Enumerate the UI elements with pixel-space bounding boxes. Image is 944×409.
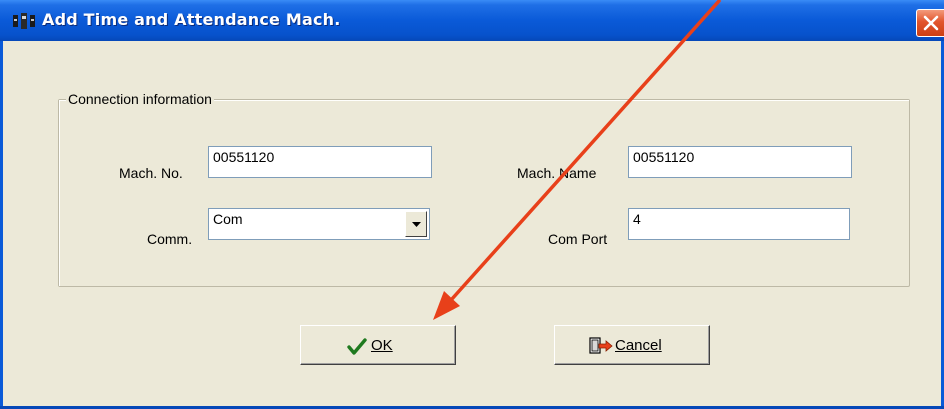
connection-group-legend: Connection information [66,91,214,107]
connection-groupbox [58,99,910,287]
comm-label: Comm. [147,231,193,247]
dialog-window: Add Time and Attendance Mach. Connection… [0,0,944,409]
mach-name-label: Mach. Name [517,165,597,181]
cancel-button-label: Cancel [615,337,662,354]
mach-name-input[interactable]: 00551120 [628,146,852,178]
comm-select-value: Com [213,211,243,227]
close-button[interactable] [916,9,944,37]
chevron-down-icon [412,222,421,227]
comm-dropdown-button[interactable] [405,211,427,237]
ok-button-label: OK [371,337,393,354]
com-port-input[interactable]: 4 [628,208,850,240]
ok-button[interactable]: OK [300,325,456,365]
checkmark-icon [347,338,367,355]
title-bar[interactable]: Add Time and Attendance Mach. [0,0,944,41]
window-frame-left [0,41,3,409]
cancel-button[interactable]: Cancel [554,325,710,365]
mach-no-label: Mach. No. [119,165,183,181]
comm-select[interactable]: Com [208,208,430,240]
app-icon [13,13,35,29]
close-icon [923,15,939,31]
mach-no-input[interactable]: 00551120 [208,146,432,178]
com-port-label: Com Port [548,231,608,247]
window-title: Add Time and Attendance Mach. [42,10,341,29]
exit-door-icon [589,337,613,354]
